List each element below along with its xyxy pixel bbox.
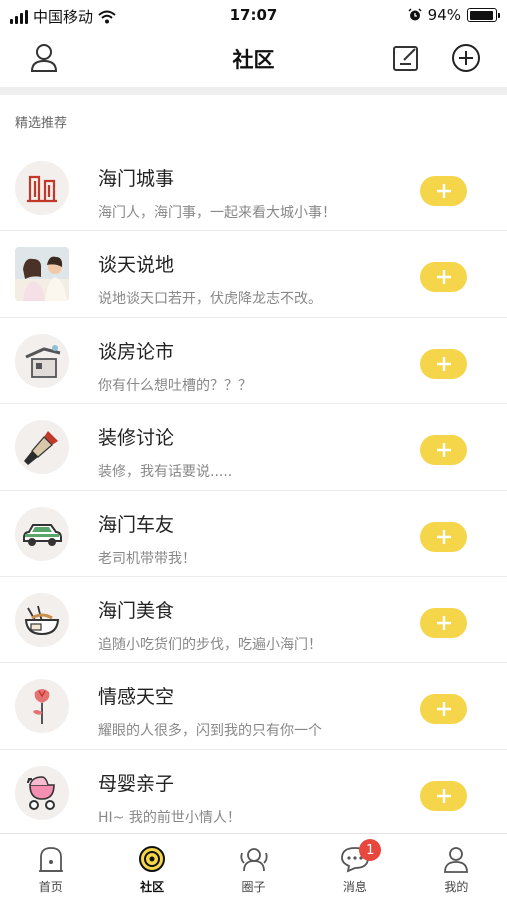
tab-profile[interactable]: 我的 <box>406 834 507 900</box>
tab-label: 圈子 <box>241 880 266 894</box>
status-bar: 中国移动 17:07 94% <box>0 0 507 30</box>
join-button[interactable] <box>420 348 467 379</box>
circle-icon <box>239 848 268 872</box>
item-description: 你有什么想吐槽的？？？ <box>98 377 252 394</box>
list-item[interactable]: 谈天说地 说地谈天口若开，伏虎降龙志不改。 <box>0 231 507 318</box>
chatting-friends-photo <box>15 247 69 302</box>
plus-icon <box>436 529 451 544</box>
item-title: 海门车友 <box>98 513 175 536</box>
rose-icon <box>15 679 69 734</box>
list-item[interactable]: 谈房论市 你有什么想吐槽的？？？ <box>0 318 507 405</box>
nav-bar: 社区 <box>0 30 507 86</box>
tab-bar: 首页 社区 圈子 消息 1 我的 <box>0 833 507 900</box>
battery-percent: 94% <box>427 6 461 24</box>
baby-stroller-icon <box>15 765 69 820</box>
profile-icon <box>444 847 469 873</box>
item-title: 海门美食 <box>98 599 175 622</box>
item-description: 追随小吃货们的步伐，吃遍小海门！ <box>98 636 322 653</box>
plus-icon <box>436 356 451 371</box>
car-icon <box>15 506 69 561</box>
section-divider <box>0 87 507 95</box>
tab-circle[interactable]: 圈子 <box>203 834 304 900</box>
community-list: 海门城事 海门人，海门事，一起来看大城小事！ 谈天说地 说地谈天口若开，伏虎降龙… <box>0 145 507 836</box>
join-button[interactable] <box>420 607 467 638</box>
list-item[interactable]: 海门车友 老司机带带我！ <box>0 491 507 577</box>
list-item[interactable]: 海门美食 追随小吃货们的步伐，吃遍小海门！ <box>0 577 507 664</box>
section-title: 精选推荐 <box>15 116 68 131</box>
plus-icon <box>436 788 451 803</box>
house-icon <box>15 333 69 388</box>
page-title: 社区 <box>232 48 275 72</box>
battery-fill <box>469 10 493 20</box>
alarm-icon <box>408 8 422 21</box>
tab-label: 社区 <box>140 880 165 894</box>
add-circle-icon <box>452 44 480 72</box>
join-button[interactable] <box>420 780 467 811</box>
tab-community[interactable]: 社区 <box>101 834 202 900</box>
tab-label: 我的 <box>444 880 469 894</box>
list-item[interactable]: 母婴亲子 HI~ 我的前世小情人！ <box>0 750 507 836</box>
item-title: 谈天说地 <box>98 254 175 277</box>
plus-icon <box>436 615 451 630</box>
join-button[interactable] <box>420 694 467 725</box>
item-title: 情感天空 <box>98 686 175 709</box>
home-icon <box>38 847 63 872</box>
list-item[interactable]: 装修讨论 装修，我有话要说..... <box>0 404 507 491</box>
item-description: 老司机带带我！ <box>98 550 196 567</box>
list-item[interactable]: 情感天空 耀眼的人很多，闪到我的只有你一个 <box>0 663 507 750</box>
join-button[interactable] <box>420 176 467 206</box>
tab-home[interactable]: 首页 <box>0 834 101 900</box>
item-title: 谈房论市 <box>98 340 175 363</box>
plus-icon <box>436 184 451 198</box>
item-description: HI~ 我的前世小情人！ <box>98 809 241 826</box>
item-description: 海门人，海门事，一起来看大城小事！ <box>98 205 336 221</box>
post-button[interactable] <box>388 40 424 76</box>
item-description: 装修，我有话要说..... <box>98 464 233 481</box>
plus-icon <box>436 702 451 717</box>
item-description: 耀眼的人很多，闪到我的只有你一个 <box>98 723 322 740</box>
status-right: 94% <box>408 6 500 24</box>
food-bowl-icon <box>15 592 69 647</box>
join-button[interactable] <box>420 521 467 552</box>
plus-icon <box>436 443 451 458</box>
plus-icon <box>436 270 451 285</box>
paint-brush-icon <box>15 420 69 475</box>
battery-icon <box>467 8 500 22</box>
city-buildings-icon <box>15 161 69 215</box>
unread-badge: 1 <box>359 839 382 861</box>
tab-label: 消息 <box>342 880 367 894</box>
join-button[interactable] <box>420 262 467 293</box>
add-button[interactable] <box>448 40 484 76</box>
list-item[interactable]: 海门城事 海门人，海门事，一起来看大城小事！ <box>0 145 507 232</box>
item-title: 海门城事 <box>98 168 175 190</box>
tab-messages[interactable]: 消息 1 <box>304 834 405 900</box>
item-title: 母婴亲子 <box>98 772 175 795</box>
join-button[interactable] <box>420 435 467 466</box>
item-description: 说地谈天口若开，伏虎降龙志不改。 <box>98 291 322 308</box>
edit-icon <box>393 46 418 71</box>
tab-label: 首页 <box>38 880 63 894</box>
community-icon <box>139 846 166 872</box>
item-title: 装修讨论 <box>98 427 175 450</box>
